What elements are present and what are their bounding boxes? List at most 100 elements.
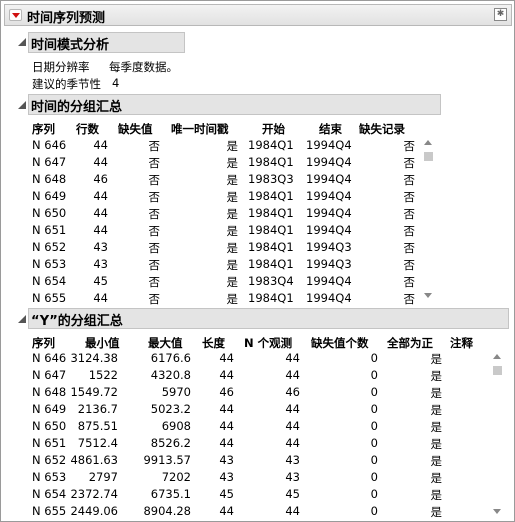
table-cell: 是 [226, 139, 239, 153]
table-cell: 否 [148, 241, 161, 255]
scroll-thumb[interactable] [493, 366, 502, 375]
column-header[interactable]: 注释 [450, 335, 473, 351]
table-cell: 875.51 [77, 419, 118, 433]
seasonality-value: 4 [112, 76, 120, 90]
table-cell: 1983Q4 [248, 274, 294, 288]
column-header[interactable]: 缺失记录 [359, 121, 405, 137]
scroll-down-icon[interactable] [493, 509, 501, 514]
table-cell: 否 [148, 224, 161, 238]
disclosure-y-icon[interactable] [18, 315, 26, 323]
table-cell: 44 [285, 419, 300, 433]
column-header[interactable]: 全部为正 [387, 335, 433, 351]
table-cell: 1984Q1 [248, 155, 294, 169]
table-cell: 2797 [88, 470, 118, 484]
table-cell: 否 [403, 224, 416, 238]
table-cell: 1983Q3 [248, 172, 294, 186]
table-cell: 是 [430, 403, 443, 417]
disclosure-group-icon[interactable] [18, 101, 26, 109]
section-mode-header[interactable]: 时间模式分析 [28, 32, 185, 53]
table-cell: 是 [226, 258, 239, 272]
section-mode-title: 时间模式分析 [31, 38, 110, 53]
scroll-thumb[interactable] [424, 152, 433, 161]
table-cell: 是 [430, 505, 443, 519]
date-resolution-label: 日期分辨率 [32, 60, 90, 74]
table-cell: 是 [226, 207, 239, 221]
table-cell: 否 [148, 258, 161, 272]
table-cell: 44 [285, 368, 300, 382]
table-cell: 1984Q1 [248, 138, 294, 152]
table-cell: 3124.38 [70, 351, 118, 365]
table-cell: 否 [148, 190, 161, 204]
table-cell: 是 [430, 488, 443, 502]
table-cell: 是 [430, 386, 443, 400]
scroll-up-icon[interactable] [424, 140, 432, 145]
table-cell: 44 [285, 436, 300, 450]
table-cell: 是 [226, 190, 239, 204]
section-group-title: 时间的分组汇总 [31, 100, 123, 115]
table-cell: 1522 [88, 368, 118, 382]
table-cell: 1549.72 [70, 385, 118, 399]
table-cell: 否 [148, 139, 161, 153]
column-header[interactable]: 缺失值个数 [311, 335, 369, 351]
table-cell: 是 [226, 241, 239, 255]
table-cell: 否 [148, 173, 161, 187]
table-cell: 否 [148, 207, 161, 221]
section-group-header[interactable]: 时间的分组汇总 [28, 94, 441, 115]
table-cell: 2449.06 [70, 504, 118, 518]
table-cell: 是 [226, 173, 239, 187]
table-cell: 是 [226, 156, 239, 170]
table-cell: 45 [285, 487, 300, 501]
table-cell: 否 [403, 292, 416, 306]
disclosure-mode-icon[interactable] [18, 38, 26, 46]
table-cell: 否 [403, 275, 416, 289]
table-cell: 否 [148, 156, 161, 170]
table-cell: 否 [148, 275, 161, 289]
table-cell: 4861.63 [70, 453, 118, 467]
scroll-down-icon[interactable] [424, 293, 432, 298]
column-header[interactable]: 长度 [202, 335, 225, 351]
report-window: 时间序列预测 ✱ 时间模式分析 日期分辨率 每季度数据。 建议的季节性 4 时间… [0, 0, 515, 522]
section-y-header[interactable]: “Y”的分组汇总 [28, 308, 509, 329]
table-cell: 43 [285, 470, 300, 484]
table-cell: 否 [403, 190, 416, 204]
column-header[interactable]: 开始 [262, 121, 285, 137]
table-cell: 46 [285, 385, 300, 399]
table-cell: 是 [430, 471, 443, 485]
scroll-up-icon[interactable] [493, 354, 501, 359]
table-cell: 是 [226, 292, 239, 306]
corner-options-icon[interactable]: ✱ [494, 8, 507, 21]
group-table-scrollbar[interactable] [421, 135, 436, 305]
table-cell: 1984Q1 [248, 240, 294, 254]
table-cell: 是 [226, 275, 239, 289]
column-header[interactable]: 唯一时间戳 [171, 121, 229, 137]
column-header[interactable]: 行数 [76, 121, 99, 137]
table-cell: 1984Q1 [248, 291, 294, 305]
table-cell: 是 [430, 437, 443, 451]
report-header[interactable]: 时间序列预测 ✱ [4, 4, 512, 26]
column-header[interactable]: 最小值 [85, 335, 120, 351]
column-header[interactable]: 最大值 [148, 335, 183, 351]
table-cell: 是 [226, 224, 239, 238]
table-cell: 7512.4 [77, 436, 118, 450]
table-cell: 44 [285, 504, 300, 518]
table-cell: 是 [430, 369, 443, 383]
red-triangle-menu-icon[interactable] [9, 9, 22, 21]
table-cell: 否 [403, 241, 416, 255]
table-cell: 2136.7 [77, 402, 118, 416]
column-header[interactable]: 序列 [32, 335, 55, 351]
table-cell: 否 [403, 173, 416, 187]
table-cell: 44 [285, 351, 300, 365]
column-header[interactable]: N 个观测 [244, 335, 292, 351]
table-cell: 1984Q1 [248, 257, 294, 271]
y-table-scrollbar[interactable] [490, 349, 505, 521]
table-cell: 否 [403, 139, 416, 153]
section-y-title: “Y”的分组汇总 [31, 314, 123, 329]
table-cell: 否 [148, 292, 161, 306]
table-cell: 是 [430, 454, 443, 468]
table-cell: 43 [285, 453, 300, 467]
report-title: 时间序列预测 [27, 11, 106, 26]
table-cell: 是 [430, 420, 443, 434]
column-header[interactable]: 序列 [32, 121, 55, 137]
column-header[interactable]: 结束 [319, 121, 342, 137]
column-header[interactable]: 缺失值 [118, 121, 153, 137]
